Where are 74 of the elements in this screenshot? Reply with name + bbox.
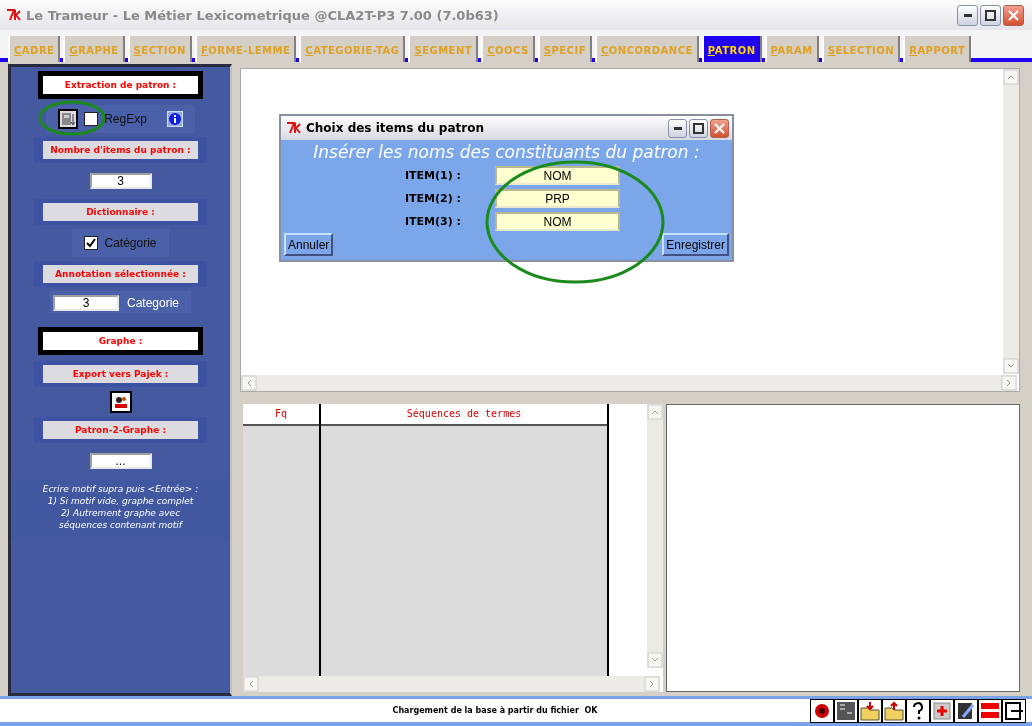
scrollbar[interactable] <box>241 375 1017 391</box>
tab[interactable]: PATRON <box>701 36 762 62</box>
tab[interactable]: COOCS <box>481 36 535 62</box>
section-heading: Patron-2-Graphe : <box>43 421 198 439</box>
pajek-icon[interactable] <box>109 391 132 413</box>
help-text: Ecrire motif supra puis <Entrée> : 1) Si motif vide, graphe complet 2) Autrement graphe avec séquences contenant motif <box>11 479 230 539</box>
item-label: ITEM(1) : <box>404 169 461 182</box>
help-icon[interactable] <box>907 699 929 722</box>
tab[interactable]: RAPPORT <box>903 36 972 62</box>
tab[interactable]: CATEGORIE-TAG <box>299 36 406 62</box>
sr-icon[interactable] <box>835 699 857 722</box>
logo-icon <box>286 122 302 134</box>
logo-icon <box>6 9 22 21</box>
column-header[interactable]: Fq <box>243 404 319 426</box>
maximize-icon <box>985 9 996 21</box>
exit-icon[interactable] <box>1003 699 1025 722</box>
maximize-icon <box>693 122 704 134</box>
close-icon <box>1008 9 1019 21</box>
tab[interactable]: SPECIF <box>537 36 592 62</box>
status-message: Chargement de la base à partir du fichier OK <box>391 706 599 715</box>
section-heading: Dictionnaire : <box>43 203 198 221</box>
maximize-button[interactable] <box>980 4 1001 26</box>
scrollbar[interactable] <box>243 676 660 692</box>
close-button[interactable] <box>1003 4 1024 26</box>
logo-icon[interactable] <box>979 699 1001 722</box>
annotation-ellipse <box>38 100 106 136</box>
window-title: Le Trameur - Le Métier Lexicometrique @CLA2T-P3 7.00 (7.0b63) <box>26 7 500 23</box>
tab[interactable]: PARAM <box>764 36 819 62</box>
extract-button[interactable] <box>58 109 79 129</box>
scrollbar[interactable] <box>647 404 663 668</box>
tab[interactable]: SEGMENT <box>408 36 479 62</box>
tab[interactable]: GRAPHE <box>63 36 125 62</box>
section-heading: Nombre d'items du patron : <box>43 141 198 159</box>
input-field[interactable]: NOM <box>495 166 620 185</box>
minimize-button[interactable] <box>957 4 978 26</box>
maximize-button[interactable] <box>689 118 708 138</box>
dialog-prompt: Insérer les noms des constituants du patron : <box>312 142 701 162</box>
checkbox-label: Catégorie <box>104 236 157 250</box>
checkbox[interactable] <box>84 112 99 126</box>
info-icon[interactable] <box>166 111 183 127</box>
input-field[interactable]: ... <box>89 453 152 469</box>
section-title: Extraction de patron : <box>38 71 203 99</box>
minimize-icon <box>963 13 972 17</box>
dialog-title: Choix des items du patron <box>306 121 485 135</box>
checkbox[interactable] <box>84 236 99 250</box>
tab[interactable]: SECTION <box>127 36 192 62</box>
tab[interactable]: CADRE <box>8 36 61 62</box>
section-heading: Annotation sélectionnée : <box>43 265 198 283</box>
checkbox-label: RegExp <box>104 112 147 126</box>
input-field[interactable]: NOM <box>495 212 620 231</box>
input-field[interactable]: PRP <box>495 189 620 208</box>
dialog-button[interactable]: Enregistrer <box>662 233 729 256</box>
minimize-icon <box>673 126 682 130</box>
download-folder-icon[interactable] <box>859 699 881 722</box>
field-label: Categorie <box>127 296 179 310</box>
item-label: ITEM(3) : <box>404 215 461 228</box>
column-header[interactable]: Séquences de termes <box>321 404 607 426</box>
dialog-button[interactable]: Annuler <box>284 233 334 256</box>
edit-icon[interactable] <box>955 699 977 722</box>
input-field[interactable]: 3 <box>89 173 152 189</box>
section-title: Graphe : <box>38 327 203 355</box>
scrollbar[interactable] <box>1003 69 1019 374</box>
input-field[interactable]: 3 <box>53 295 119 311</box>
upload-folder-icon[interactable] <box>883 699 905 722</box>
plus-icon[interactable] <box>931 699 953 722</box>
minimize-button[interactable] <box>668 118 687 138</box>
tab[interactable]: FORME-LEMME <box>194 36 297 62</box>
close-icon <box>714 122 725 134</box>
tab[interactable]: CONCORDANCE <box>595 36 699 62</box>
record-icon[interactable] <box>811 699 833 722</box>
tab[interactable]: SELECTION <box>821 36 901 62</box>
item-label: ITEM(2) : <box>404 192 461 205</box>
close-button[interactable] <box>710 118 729 138</box>
section-heading: Export vers Pajek : <box>43 365 198 383</box>
